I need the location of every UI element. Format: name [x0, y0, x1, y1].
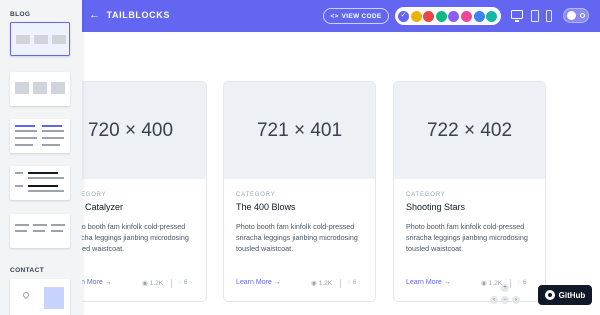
back-to-home-link[interactable]: ← TAILBLOCKS [89, 8, 170, 21]
blog-block-thumbnail-4[interactable] [10, 166, 70, 200]
tablet-view-icon[interactable] [531, 10, 539, 22]
view-code-button[interactable]: <> VIEW CODE [323, 8, 389, 24]
card-description: Photo booth fam kinfolk cold-pressed sri… [406, 222, 528, 253]
stat-divider [171, 279, 172, 288]
code-icon: <> [330, 12, 339, 20]
color-swatch-pink[interactable] [460, 10, 472, 22]
pan-right-button[interactable]: › [512, 296, 520, 304]
zoom-out-button[interactable]: − [501, 296, 509, 304]
desktop-view-icon[interactable] [511, 10, 523, 22]
brand-label: TAILBLOCKS [106, 10, 170, 20]
card-image-placeholder: 721 × 401 [224, 82, 375, 179]
blog-card-2: 721 × 401 CATEGORY The 400 Blows Photo b… [223, 81, 376, 302]
blog-block-thumbnail-5[interactable] [10, 214, 70, 248]
github-icon [544, 290, 555, 300]
blog-block-thumbnail-3[interactable] [10, 119, 70, 153]
comments-stat: ◌ 6 [178, 279, 188, 286]
blog-card-3: 722 × 402 CATEGORY Shooting Stars Photo … [393, 81, 546, 302]
comments-stat: ◌ 6 [347, 279, 357, 286]
color-swatch-green[interactable] [435, 10, 447, 22]
color-swatch-yellow[interactable] [410, 10, 422, 22]
color-swatch-blue[interactable] [473, 10, 485, 22]
zoom-in-button[interactable]: + [501, 284, 509, 292]
zoom-controls: + ‹ − › [490, 284, 520, 308]
comments-count: 6 [352, 279, 357, 286]
views-count: 1.2K [318, 279, 333, 287]
color-swatch-purple[interactable] [448, 10, 460, 22]
github-label: GitHub [558, 290, 586, 300]
phone-view-icon[interactable] [546, 10, 552, 22]
comments-count: 6 [183, 279, 188, 286]
eye-icon: ◉ [311, 280, 317, 287]
blog-block-thumbnail-2[interactable] [10, 72, 70, 106]
sidebar: BLOG CONTACT [0, 0, 82, 315]
top-bar: ← TAILBLOCKS <> VIEW CODE [0, 0, 600, 32]
views-stat: ◉ 1.2K [142, 279, 164, 288]
card-title: The 400 Blows [236, 202, 296, 212]
card-category: CATEGORY [406, 192, 446, 198]
sidebar-heading-blog: BLOG [10, 11, 31, 18]
pan-left-button[interactable]: ‹ [490, 296, 498, 304]
card-image-placeholder: 722 × 402 [394, 82, 545, 179]
learn-more-link[interactable]: Learn More → [236, 279, 281, 286]
card-description: Photo booth fam kinfolk cold-pressed sri… [236, 222, 358, 253]
color-swatch-red[interactable] [423, 10, 435, 22]
dark-mode-toggle[interactable] [563, 8, 589, 23]
card-category: CATEGORY [236, 192, 276, 198]
views-count: 1.2K [149, 279, 164, 287]
moon-icon [580, 13, 585, 18]
stat-divider [340, 279, 341, 288]
contact-block-thumbnail-1[interactable] [10, 279, 70, 315]
sidebar-heading-contact: CONTACT [10, 267, 45, 274]
map-pin-icon [21, 290, 31, 300]
eye-icon: ◉ [142, 280, 148, 287]
comment-icon: ◌ [178, 279, 182, 286]
card-footer: Learn More → ◉ 1.2K ◌ 6 [236, 279, 366, 289]
view-code-label: VIEW CODE [341, 12, 382, 20]
color-palette [395, 7, 501, 25]
comment-icon: ◌ [347, 279, 351, 286]
views-stat: ◉ 1.2K [311, 279, 333, 288]
eye-icon: ◉ [481, 280, 487, 287]
back-arrow-icon: ← [89, 8, 101, 21]
color-swatch-teal[interactable] [486, 10, 498, 22]
learn-more-link[interactable]: Learn More → [406, 279, 451, 286]
comments-count: 6 [522, 279, 527, 286]
card-footer: Learn More → ◉ 1.2K ◌ 6 [67, 279, 197, 289]
card-title: Shooting Stars [406, 202, 466, 212]
blog-block-thumbnail-1[interactable] [10, 22, 70, 56]
sun-icon [567, 11, 576, 20]
github-button[interactable]: GitHub [538, 285, 592, 305]
card-description: Photo booth fam kinfolk cold-pressed sri… [67, 222, 189, 253]
color-swatch-indigo[interactable] [398, 10, 409, 22]
